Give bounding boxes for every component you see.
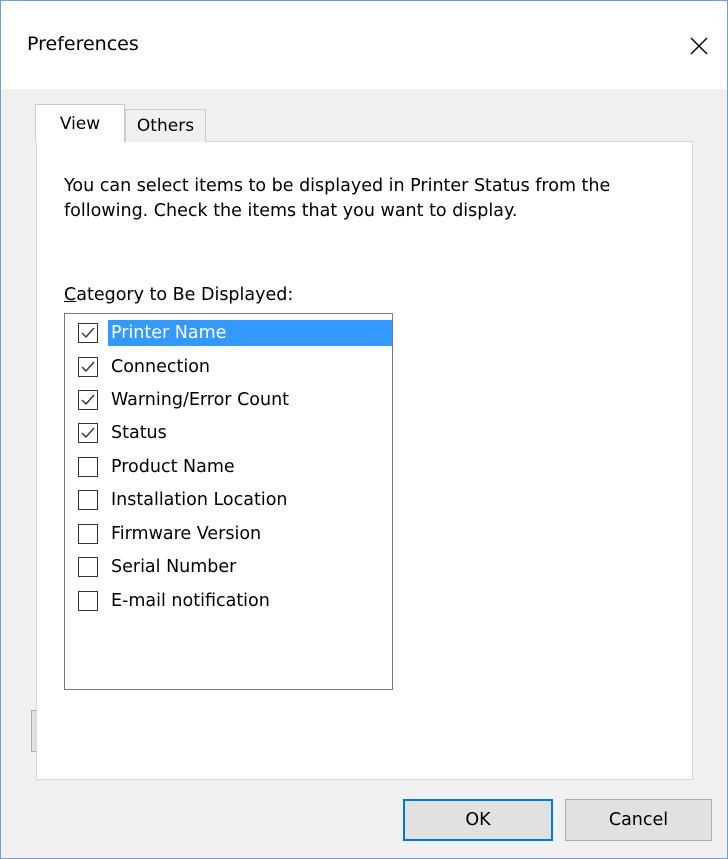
title-bar: Preferences: [1, 1, 727, 89]
checkbox-installation-location[interactable]: [78, 489, 98, 510]
list-item-firmware-version[interactable]: Firmware Version: [66, 517, 391, 550]
category-label: Category to Be Displayed:: [64, 285, 293, 305]
list-item-label: Product Name: [111, 456, 235, 477]
checkmark-icon: [81, 394, 95, 405]
list-item-label: Serial Number: [111, 556, 237, 577]
cancel-button-label: Cancel: [608, 810, 669, 830]
checkbox-connection[interactable]: [78, 356, 98, 377]
list-item-label: Installation Location: [111, 489, 288, 510]
list-item-label: Firmware Version: [111, 523, 262, 544]
list-item-label: Warning/Error Count: [111, 389, 290, 410]
ok-button-label: OK: [465, 810, 491, 830]
list-item-printer-name[interactable]: Printer Name: [66, 316, 392, 349]
list-item-label: Connection: [111, 356, 211, 377]
tab-view[interactable]: View: [35, 104, 125, 142]
dialog-title: Preferences: [27, 33, 139, 55]
description-text: You can select items to be displayed in …: [64, 176, 611, 221]
checkbox-email-notification[interactable]: [78, 590, 98, 611]
list-item-installation-location[interactable]: Installation Location: [66, 483, 391, 516]
tab-area: View Others You can select items to be d…: [1, 89, 727, 858]
close-icon: [690, 37, 708, 55]
list-item-warning-error-count[interactable]: Warning/Error Count: [66, 383, 391, 416]
checkmark-icon: [81, 427, 95, 438]
list-item-serial-number[interactable]: Serial Number: [66, 550, 391, 583]
view-tab-panel: You can select items to be displayed in …: [36, 141, 693, 780]
list-item-product-name[interactable]: Product Name: [66, 450, 391, 483]
checkbox-printer-name[interactable]: [78, 322, 98, 343]
category-label-accelerator: C: [64, 285, 77, 305]
checkbox-product-name[interactable]: [78, 456, 98, 477]
preferences-dialog: Preferences View Others You can select i…: [0, 0, 728, 859]
tab-others[interactable]: Others: [125, 109, 206, 142]
list-item-connection[interactable]: Connection: [66, 350, 391, 383]
category-listbox[interactable]: Printer Name Connection Warning/Error Co…: [64, 313, 393, 690]
tab-view-label: View: [59, 113, 101, 134]
list-item-label: E-mail notification: [111, 590, 270, 611]
checkmark-icon: [81, 361, 95, 372]
tab-others-label: Others: [136, 116, 195, 136]
close-button[interactable]: [671, 15, 727, 77]
list-item-label: Status: [111, 422, 167, 443]
checkbox-firmware-version[interactable]: [78, 523, 98, 544]
list-item-email-notification[interactable]: E-mail notification: [66, 584, 391, 617]
ok-button[interactable]: OK: [403, 799, 553, 841]
checkmark-icon: [81, 327, 95, 338]
checkbox-serial-number[interactable]: [78, 556, 98, 577]
checkbox-warning-error-count[interactable]: [78, 389, 98, 410]
cancel-button[interactable]: Cancel: [565, 799, 712, 841]
list-item-status[interactable]: Status: [66, 416, 391, 449]
list-item-label: Printer Name: [108, 319, 392, 346]
category-label-text: ategory to Be Displayed:: [76, 285, 294, 305]
checkbox-status[interactable]: [78, 422, 98, 443]
